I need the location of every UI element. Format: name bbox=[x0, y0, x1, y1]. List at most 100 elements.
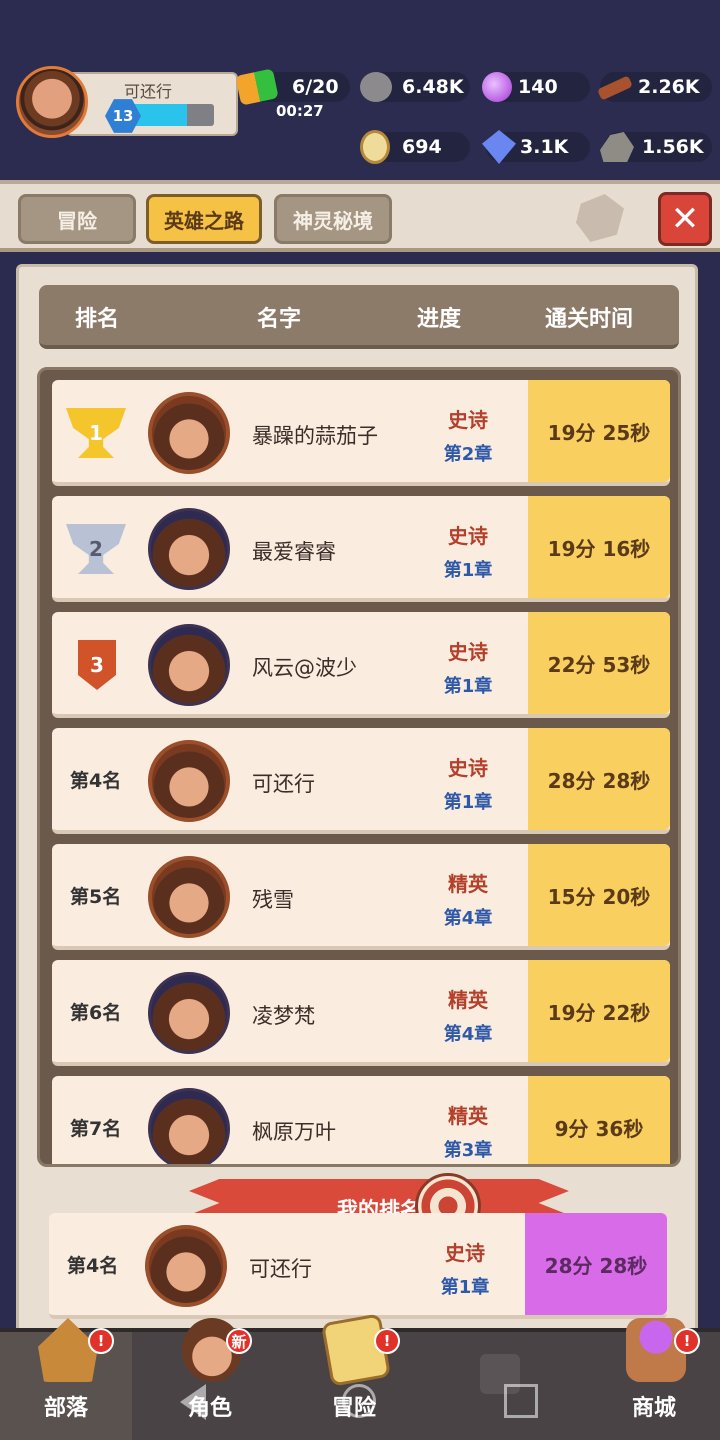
nav-character[interactable]: 新 角色 bbox=[144, 1318, 276, 1440]
nav-adventure[interactable]: ! 冒险 bbox=[288, 1313, 420, 1440]
rank-label: 第7名 bbox=[70, 1118, 122, 1140]
energy-timer: 00:27 bbox=[276, 102, 324, 120]
chapter-label: 第1章 bbox=[443, 560, 493, 581]
player-avatar[interactable] bbox=[16, 66, 88, 138]
clear-time: 19分 16秒 bbox=[528, 496, 670, 598]
difficulty-label: 史诗 bbox=[445, 1241, 485, 1265]
purple-gem-resource[interactable]: 140 bbox=[482, 72, 590, 102]
alert-badge: ! bbox=[374, 1328, 400, 1354]
energy-resource[interactable]: 6/20 bbox=[235, 68, 350, 106]
gold-trophy-icon: 1 bbox=[66, 408, 126, 458]
avatar bbox=[148, 740, 230, 822]
player-name: 风云@波少 bbox=[252, 656, 357, 680]
chapter-label: 第2章 bbox=[443, 444, 493, 465]
avatar bbox=[145, 1225, 227, 1307]
rank-label: 第4名 bbox=[67, 1255, 119, 1277]
ore-icon bbox=[600, 132, 634, 162]
clear-time: 15分 20秒 bbox=[528, 844, 670, 946]
new-badge: 新 bbox=[226, 1328, 252, 1354]
player-name: 最爱睿睿 bbox=[252, 540, 336, 564]
leaderboard-row[interactable]: 第7名 枫原万叶 精英 第3章 9分 36秒 bbox=[52, 1076, 670, 1164]
chapter-label: 第1章 bbox=[443, 676, 493, 697]
close-button[interactable]: ✕ bbox=[658, 192, 712, 246]
tribe-hut-icon bbox=[38, 1318, 98, 1382]
avatar bbox=[148, 972, 230, 1054]
player-name: 暴躁的蒜茄子 bbox=[252, 424, 378, 448]
alert-badge: ! bbox=[88, 1328, 114, 1354]
player-name: 可还行 bbox=[124, 82, 173, 101]
player-name: 凌梦梵 bbox=[252, 1004, 315, 1028]
bottom-nav: ! 部落 新 角色 ! 冒险 ! 商城 bbox=[0, 1313, 720, 1440]
clear-time: 22分 53秒 bbox=[528, 612, 670, 714]
ore-resource[interactable]: 1.56K bbox=[600, 132, 712, 162]
clear-time: 19分 22秒 bbox=[528, 960, 670, 1062]
clear-time: 9分 36秒 bbox=[528, 1076, 670, 1164]
nav-locked[interactable] bbox=[432, 1332, 564, 1440]
leaderboard-panel: 排名 名字 进度 通关时间 1 暴躁的蒜茄子 史诗 第2章 19分 25秒 2 … bbox=[16, 264, 698, 1340]
leaderboard-list[interactable]: 1 暴躁的蒜茄子 史诗 第2章 19分 25秒 2 最爱睿睿 史诗 第1章 19… bbox=[37, 367, 681, 1167]
purple-orb-icon bbox=[482, 72, 512, 102]
clear-time: 19分 25秒 bbox=[528, 380, 670, 482]
avatar bbox=[148, 1088, 230, 1164]
wood-value: 2.26K bbox=[638, 76, 700, 98]
ore-value: 1.56K bbox=[642, 136, 704, 158]
header-name: 名字 bbox=[257, 307, 302, 332]
crystal-resource[interactable]: 3.1K bbox=[482, 130, 590, 164]
leaderboard-row[interactable]: 2 最爱睿睿 史诗 第1章 19分 16秒 bbox=[52, 496, 670, 602]
player-name: 可还行 bbox=[252, 772, 315, 796]
egg-resource[interactable]: 694 bbox=[360, 130, 470, 164]
leaderboard-header: 排名 名字 进度 通关时间 bbox=[39, 285, 679, 349]
tab-adventure[interactable]: 冒险 bbox=[18, 194, 136, 244]
wood-icon bbox=[597, 75, 633, 101]
crystal-value: 3.1K bbox=[520, 136, 569, 158]
nav-shop[interactable]: ! 商城 bbox=[588, 1318, 720, 1440]
leaderboard-row[interactable]: 第5名 残雪 精英 第4章 15分 20秒 bbox=[52, 844, 670, 950]
rank-label: 第5名 bbox=[70, 886, 122, 908]
nav-label: 角色 bbox=[187, 1396, 232, 1421]
clear-time: 28分 28秒 bbox=[528, 728, 670, 830]
my-rank-row[interactable]: 第4名 可还行 史诗 第1章 28分 28秒 bbox=[49, 1213, 667, 1319]
stone-icon bbox=[360, 72, 392, 102]
alert-badge: ! bbox=[674, 1328, 700, 1354]
difficulty-label: 史诗 bbox=[448, 524, 488, 548]
lock-icon bbox=[480, 1354, 520, 1394]
player-name: 可还行 bbox=[249, 1257, 312, 1281]
egg-value: 694 bbox=[402, 136, 442, 158]
nav-label: 冒险 bbox=[331, 1396, 376, 1421]
decorative-rock-icon bbox=[576, 194, 624, 242]
mode-tabs-bar: 冒险 英雄之路 神灵秘境 ✕ bbox=[0, 180, 720, 252]
avatar bbox=[148, 624, 230, 706]
avatar bbox=[148, 392, 230, 474]
leaderboard-row[interactable]: 第6名 凌梦梵 精英 第4章 19分 22秒 bbox=[52, 960, 670, 1066]
player-name: 枫原万叶 bbox=[252, 1120, 336, 1144]
leaderboard-row[interactable]: 3 风云@波少 史诗 第1章 22分 53秒 bbox=[52, 612, 670, 718]
leaderboard-row[interactable]: 1 暴躁的蒜茄子 史诗 第2章 19分 25秒 bbox=[52, 380, 670, 486]
difficulty-label: 史诗 bbox=[448, 640, 488, 664]
nav-tribe[interactable]: ! 部落 bbox=[0, 1318, 132, 1440]
nav-label: 部落 bbox=[43, 1396, 88, 1421]
top-status-bar: 可还行 13 6/20 00:27 6.48K 140 2.26K 694 3.… bbox=[0, 0, 720, 180]
chapter-label: 第4章 bbox=[443, 908, 493, 929]
difficulty-label: 史诗 bbox=[448, 408, 488, 432]
purple-gem-value: 140 bbox=[518, 76, 558, 98]
chapter-label: 第3章 bbox=[443, 1140, 493, 1161]
leaderboard-row[interactable]: 第4名 可还行 史诗 第1章 28分 28秒 bbox=[52, 728, 670, 834]
rank-label: 第4名 bbox=[70, 770, 122, 792]
crystal-icon bbox=[482, 130, 516, 164]
header-clear-time: 通关时间 bbox=[545, 307, 634, 332]
bronze-medal-icon: 3 bbox=[78, 640, 116, 690]
header-progress: 进度 bbox=[417, 307, 462, 332]
close-icon: ✕ bbox=[670, 199, 700, 239]
tab-spirit-realm[interactable]: 神灵秘境 bbox=[274, 194, 392, 244]
nav-label: 商城 bbox=[631, 1396, 676, 1421]
header-rank: 排名 bbox=[75, 307, 120, 332]
chapter-label: 第1章 bbox=[443, 792, 493, 813]
avatar bbox=[148, 856, 230, 938]
wood-resource[interactable]: 2.26K bbox=[597, 72, 712, 102]
silver-trophy-icon: 2 bbox=[66, 524, 126, 574]
difficulty-label: 精英 bbox=[448, 988, 488, 1012]
chapter-label: 第4章 bbox=[443, 1024, 493, 1045]
stone-resource[interactable]: 6.48K bbox=[360, 72, 470, 102]
chapter-label: 第1章 bbox=[440, 1277, 490, 1298]
tab-hero-road[interactable]: 英雄之路 bbox=[146, 194, 262, 244]
